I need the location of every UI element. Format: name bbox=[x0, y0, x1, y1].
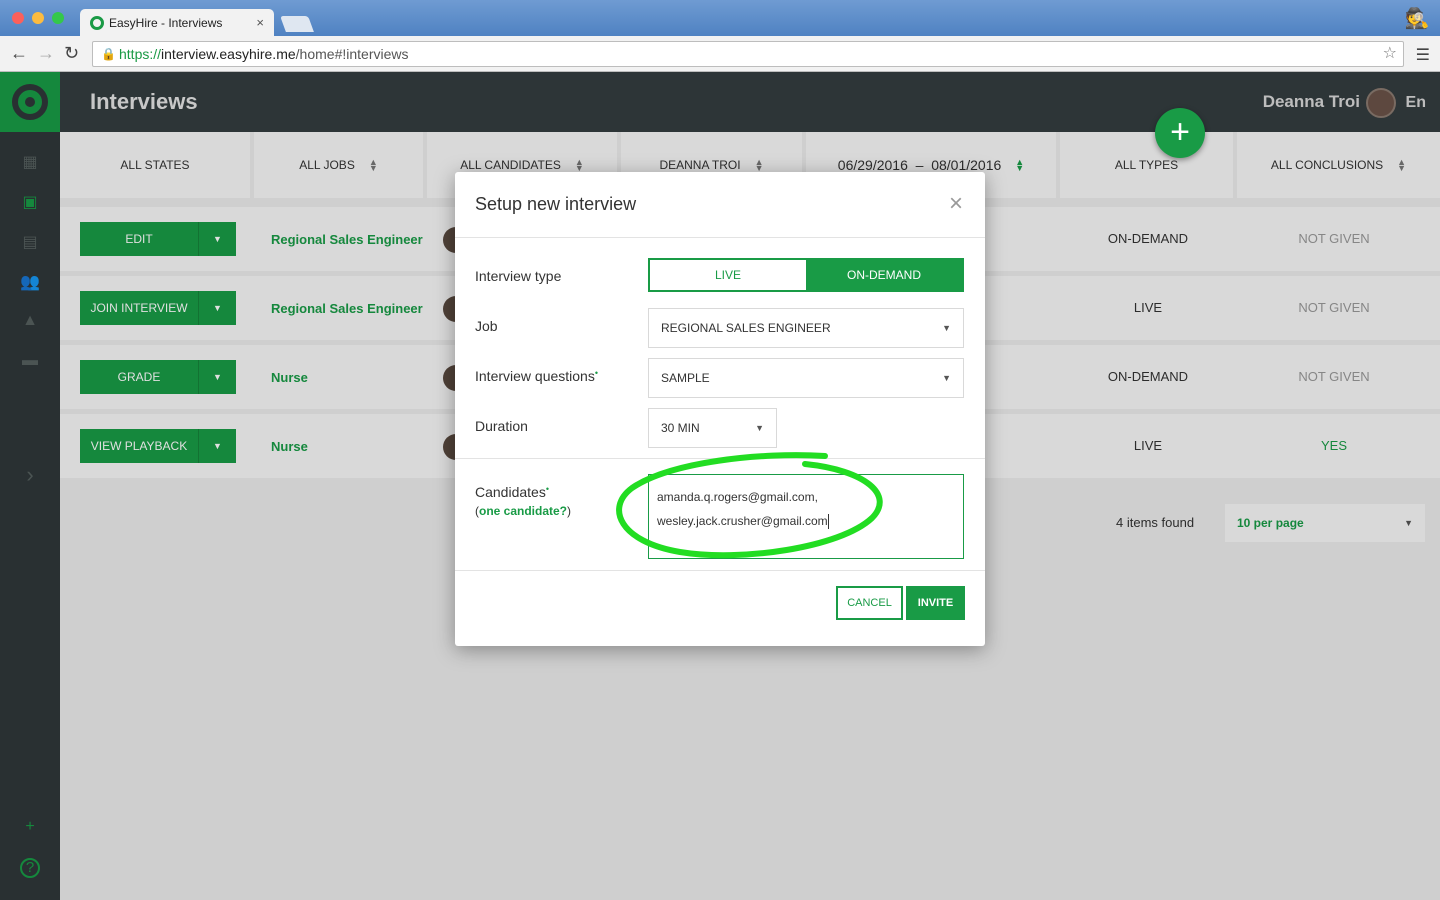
back-icon[interactable]: ← bbox=[10, 44, 28, 62]
minimize-window-button[interactable] bbox=[32, 12, 44, 24]
duration-value: 30 MIN bbox=[661, 421, 700, 435]
url-path: /home#!interviews bbox=[295, 46, 409, 62]
type-live-option[interactable]: LIVE bbox=[650, 260, 806, 290]
candidate-email-text: wesley.jack.crusher@gmail.com bbox=[657, 514, 828, 528]
favicon-icon bbox=[90, 15, 104, 30]
job-select[interactable]: REGIONAL SALES ENGINEER ▼ bbox=[648, 308, 964, 348]
browser-tab[interactable]: EasyHire - Interviews × bbox=[80, 9, 274, 36]
candidates-textarea[interactable]: amanda.q.rogers@gmail.com, wesley.jack.c… bbox=[648, 474, 964, 559]
divider bbox=[455, 570, 985, 571]
questions-label-text: Interview questions bbox=[475, 368, 595, 384]
questions-label: Interview questions• bbox=[475, 368, 598, 384]
questions-value: SAMPLE bbox=[661, 371, 710, 385]
required-dot-icon: • bbox=[594, 368, 598, 378]
browser-menu-icon[interactable]: ☰ bbox=[1416, 45, 1430, 65]
text-cursor bbox=[827, 514, 829, 530]
interview-type-label: Interview type bbox=[475, 268, 562, 284]
job-label: Job bbox=[475, 318, 498, 334]
bookmark-star-icon[interactable]: ☆ bbox=[1383, 42, 1397, 66]
chevron-down-icon: ▼ bbox=[755, 423, 764, 433]
chevron-down-icon: ▼ bbox=[942, 323, 951, 333]
interview-type-toggle: LIVE ON-DEMAND bbox=[648, 258, 964, 292]
tab-close-icon[interactable]: × bbox=[256, 15, 264, 30]
dialog-header: Setup new interview × bbox=[455, 172, 985, 238]
close-icon[interactable]: × bbox=[949, 190, 963, 218]
cancel-button[interactable]: CANCEL bbox=[836, 586, 903, 620]
divider bbox=[455, 458, 985, 459]
tab-title: EasyHire - Interviews bbox=[109, 15, 223, 30]
setup-interview-dialog: Setup new interview × Interview type LIV… bbox=[455, 172, 985, 646]
required-dot-icon: • bbox=[545, 484, 549, 494]
add-interview-button[interactable]: + bbox=[1155, 108, 1205, 158]
maximize-window-button[interactable] bbox=[52, 12, 64, 24]
incognito-icon: 🕵 bbox=[1404, 8, 1430, 30]
invite-button[interactable]: INVITE bbox=[906, 586, 965, 620]
reload-icon[interactable]: ↻ bbox=[64, 44, 79, 62]
dialog-title: Setup new interview bbox=[475, 194, 637, 214]
browser-toolbar: ← → ↻ 🔒 https://interview.easyhire.me/ho… bbox=[0, 36, 1440, 72]
browser-tab-bar: EasyHire - Interviews × 🕵 bbox=[0, 0, 1440, 36]
duration-label: Duration bbox=[475, 418, 528, 434]
url-scheme: https:// bbox=[119, 46, 162, 62]
type-on-demand-option[interactable]: ON-DEMAND bbox=[806, 260, 962, 290]
candidates-label: Candidates• bbox=[475, 484, 549, 500]
forward-icon[interactable]: → bbox=[37, 44, 55, 62]
one-candidate-link[interactable]: one candidate? bbox=[479, 504, 567, 518]
candidate-email-line-2: wesley.jack.crusher@gmail.com bbox=[657, 509, 955, 533]
duration-select[interactable]: 30 MIN ▼ bbox=[648, 408, 777, 448]
candidates-label-text: Candidates bbox=[475, 484, 546, 500]
address-bar[interactable]: 🔒 https://interview.easyhire.me/home#!in… bbox=[92, 41, 1404, 67]
job-value: REGIONAL SALES ENGINEER bbox=[661, 321, 831, 335]
one-candidate-hint: (one candidate?) bbox=[475, 504, 572, 518]
new-tab-button[interactable] bbox=[280, 16, 314, 32]
chevron-down-icon: ▼ bbox=[942, 373, 951, 383]
lock-icon: 🔒 bbox=[101, 47, 116, 61]
close-window-button[interactable] bbox=[12, 12, 24, 24]
candidate-email-line: amanda.q.rogers@gmail.com, bbox=[657, 490, 818, 504]
url-host: interview.easyhire.me bbox=[161, 46, 296, 62]
questions-select[interactable]: SAMPLE ▼ bbox=[648, 358, 964, 398]
